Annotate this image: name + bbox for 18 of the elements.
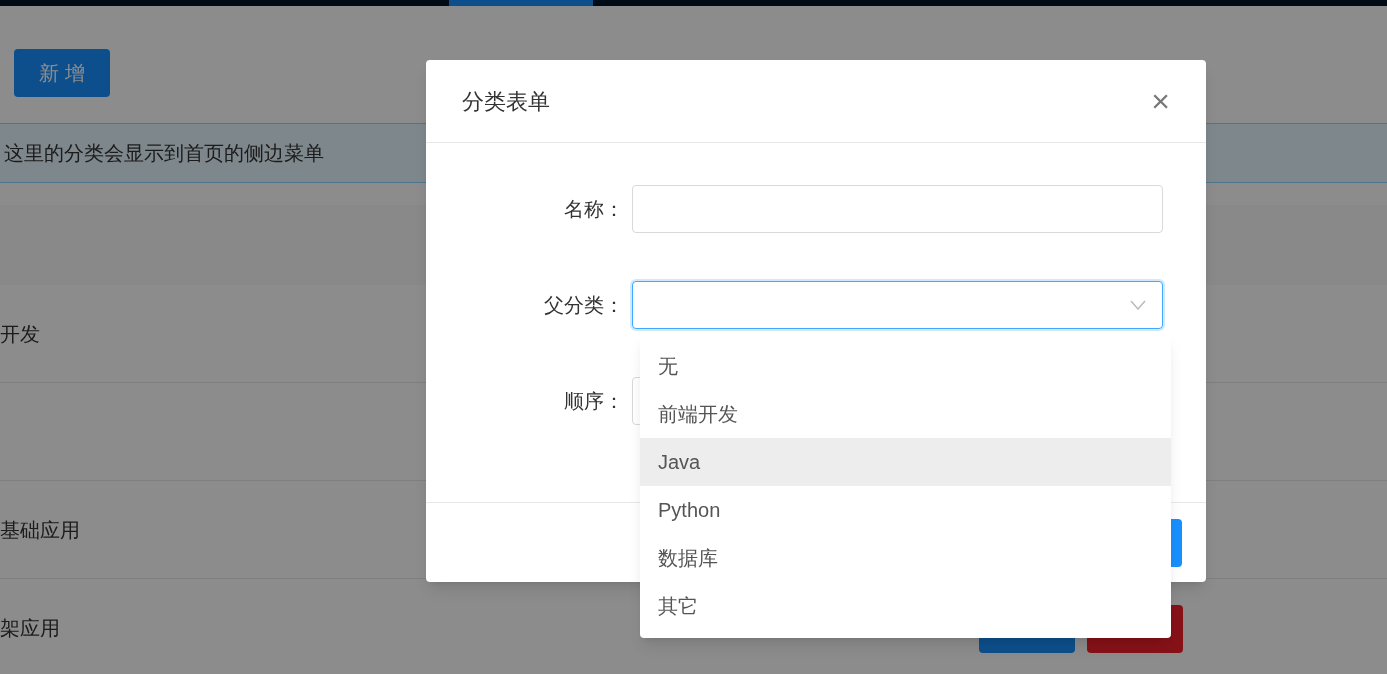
field-label: 父分类： (543, 293, 625, 318)
dropdown-option[interactable]: Python (640, 486, 1171, 534)
table-cell-text: 基础应用 (0, 517, 80, 543)
table-cell-text: 架应用 (0, 615, 60, 641)
notice-text: 这里的分类会显示到首页的侧边菜单 (4, 141, 324, 166)
dropdown-option[interactable]: 数据库 (640, 534, 1171, 582)
close-button[interactable]: × (1151, 85, 1170, 117)
select-field[interactable] (632, 281, 1163, 329)
dropdown-option[interactable]: Java (640, 438, 1171, 486)
dropdown-option[interactable]: 无 (640, 342, 1171, 390)
chevron-down-icon (1130, 300, 1146, 310)
dialog-title: 分类表单 (462, 87, 550, 116)
field-label: 顺序： (563, 389, 625, 414)
field-label: 名称： (563, 197, 625, 222)
dropdown-option[interactable]: 前端开发 (640, 390, 1171, 438)
input-field[interactable] (632, 185, 1163, 233)
dropdown-option[interactable]: 其它 (640, 582, 1171, 630)
table-cell-text: 开发 (0, 321, 40, 347)
